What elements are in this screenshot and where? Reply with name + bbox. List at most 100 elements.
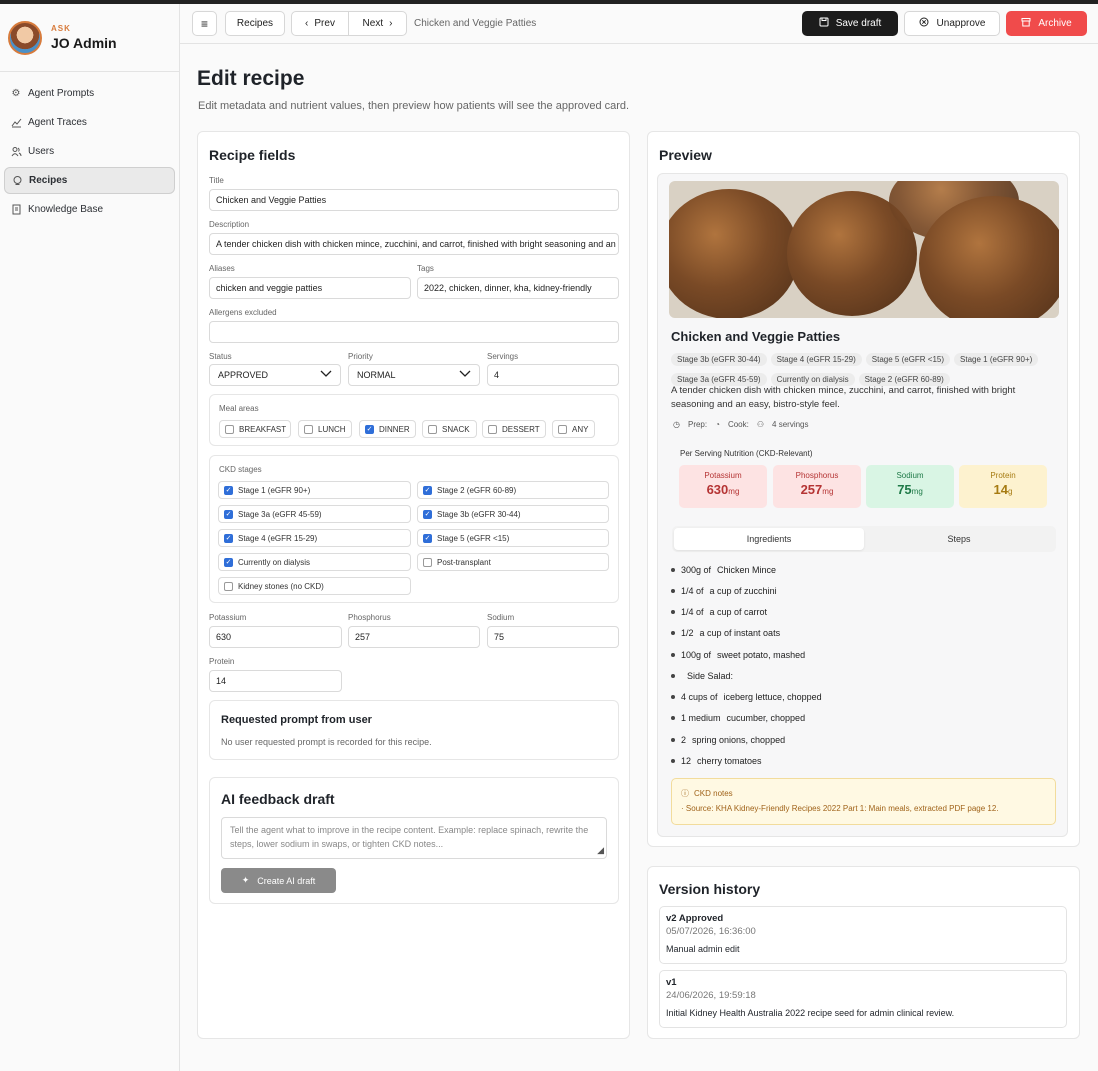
meal-dessert-checkbox[interactable]: DESSERT bbox=[482, 420, 546, 438]
unapprove-label: Unapprove bbox=[936, 18, 986, 29]
resize-handle-icon[interactable]: ◢ bbox=[597, 843, 604, 857]
protein-label: Protein bbox=[209, 657, 235, 666]
archive-button[interactable]: Archive bbox=[1006, 11, 1087, 36]
sidebar-item-knowledge-base[interactable]: Knowledge Base bbox=[4, 196, 175, 223]
nutrient-value: 630mg bbox=[706, 482, 740, 497]
checkbox-icon bbox=[225, 424, 234, 434]
checkbox-label: Stage 3a (eGFR 45-59) bbox=[238, 509, 322, 519]
potassium-input[interactable]: 630 bbox=[209, 626, 342, 648]
phosphorus-input[interactable]: 257 bbox=[348, 626, 480, 648]
ckd-stage-4-checkbox[interactable]: ✓ Stage 4 (eGFR 15-29) bbox=[218, 529, 411, 547]
checkbox-icon bbox=[488, 424, 497, 434]
prep-label: Prep: bbox=[687, 420, 708, 429]
allergens-input[interactable] bbox=[209, 321, 619, 343]
avatar bbox=[8, 20, 42, 55]
stage-tag: Stage 5 (eGFR <15) bbox=[865, 353, 951, 366]
ckd-stage-2-checkbox[interactable]: ✓ Stage 2 (eGFR 60-89) bbox=[417, 481, 609, 499]
ai-feedback-title: AI feedback draft bbox=[221, 791, 335, 807]
sodium-label: Sodium bbox=[487, 613, 515, 622]
save-draft-button[interactable]: Save draft bbox=[802, 11, 898, 36]
sidebar-item-recipes[interactable]: Recipes bbox=[4, 167, 175, 194]
chevron-down-icon bbox=[320, 370, 332, 381]
protein-input[interactable]: 14 bbox=[209, 670, 342, 692]
stage-tag: Stage 1 (eGFR 90+) bbox=[954, 353, 1039, 366]
page-subtitle: Edit metadata and nutrient values, then … bbox=[198, 100, 630, 112]
chef-icon bbox=[11, 175, 23, 187]
servings-input[interactable]: 4 bbox=[487, 364, 619, 386]
list-item: 100g of sweet potato, mashed bbox=[671, 650, 805, 660]
nutrient-sodium-card: Sodium 75mg bbox=[866, 465, 954, 508]
sodium-input[interactable]: 75 bbox=[487, 626, 619, 648]
page-title: Edit recipe bbox=[197, 67, 305, 90]
title-input[interactable]: Chicken and Veggie Patties bbox=[209, 189, 619, 211]
meal-snack-checkbox[interactable]: SNACK bbox=[422, 420, 477, 438]
brand: ASK JO Admin bbox=[0, 4, 179, 72]
aliases-input[interactable]: chicken and veggie patties bbox=[209, 277, 411, 299]
checkbox-icon bbox=[423, 557, 432, 567]
checkbox-label: Stage 3b (eGFR 30-44) bbox=[437, 509, 521, 519]
ckd-dialysis-checkbox[interactable]: ✓ Currently on dialysis bbox=[218, 553, 411, 571]
priority-value: NORMAL bbox=[357, 370, 396, 380]
version-history-heading: Version history bbox=[659, 881, 761, 897]
version-item[interactable]: v2 Approved 05/07/2026, 16:36:00 Manual … bbox=[659, 906, 1067, 964]
version-note: Manual admin edit bbox=[666, 944, 740, 954]
tab-ingredients[interactable]: Ingredients bbox=[674, 528, 864, 550]
sidebar-item-agent-traces[interactable]: Agent Traces bbox=[4, 109, 175, 136]
ckd-stages-label: CKD stages bbox=[219, 465, 262, 474]
top-bar: ≡ Recipes ‹ Prev Next › Chicken and Vegg… bbox=[180, 4, 1098, 44]
list-item: 300g of Chicken Mince bbox=[671, 565, 776, 575]
x-circle-icon bbox=[919, 17, 929, 30]
preview-tabs: Ingredients Steps bbox=[672, 526, 1056, 552]
info-icon: ⓘ bbox=[681, 789, 689, 798]
stage-tag: Stage 3b (eGFR 30-44) bbox=[671, 353, 767, 366]
checkbox-label: LUNCH bbox=[318, 424, 346, 434]
gear-icon: ⚙ bbox=[11, 88, 21, 99]
preview-heading: Preview bbox=[659, 147, 712, 163]
checkbox-label: Stage 2 (eGFR 60-89) bbox=[437, 485, 517, 495]
ckd-kidney-stones-checkbox[interactable]: Kidney stones (no CKD) bbox=[218, 577, 411, 595]
ckd-stage-3a-checkbox[interactable]: ✓ Stage 3a (eGFR 45-59) bbox=[218, 505, 411, 523]
meal-lunch-checkbox[interactable]: LUNCH bbox=[298, 420, 352, 438]
ckd-stage-5-checkbox[interactable]: ✓ Stage 5 (eGFR <15) bbox=[417, 529, 609, 547]
meal-breakfast-checkbox[interactable]: BREAKFAST bbox=[219, 420, 291, 438]
preview-description: A tender chicken dish with chicken mince… bbox=[671, 385, 1016, 410]
sidebar-item-label: Knowledge Base bbox=[28, 204, 104, 215]
version-item[interactable]: v1 24/06/2026, 19:59:18 Initial Kidney H… bbox=[659, 970, 1067, 1028]
check-icon: ✓ bbox=[224, 533, 233, 543]
next-button[interactable]: Next › bbox=[349, 11, 407, 36]
recipe-image bbox=[669, 181, 1059, 318]
prev-button[interactable]: ‹ Prev bbox=[291, 11, 349, 36]
requested-prompt-card: Requested prompt from user No user reque… bbox=[209, 700, 619, 760]
brand-name: JO Admin bbox=[51, 35, 117, 51]
check-icon: ✓ bbox=[423, 509, 432, 519]
menu-button[interactable]: ≡ bbox=[192, 11, 217, 36]
ckd-post-transplant-checkbox[interactable]: Post-transplant bbox=[417, 553, 609, 571]
sparkle-icon: ✦ bbox=[241, 875, 250, 885]
ckd-stage-1-checkbox[interactable]: ✓ Stage 1 (eGFR 90+) bbox=[218, 481, 411, 499]
requested-prompt-title: Requested prompt from user bbox=[221, 714, 372, 726]
meal-dinner-checkbox[interactable]: ✓ DINNER bbox=[359, 420, 416, 438]
sidebar-item-agent-prompts[interactable]: ⚙ Agent Prompts bbox=[4, 80, 175, 107]
recipes-button[interactable]: Recipes bbox=[225, 11, 285, 36]
create-ai-draft-button[interactable]: ✦ Create AI draft bbox=[221, 868, 336, 893]
checkbox-label: SNACK bbox=[442, 424, 470, 434]
tab-steps[interactable]: Steps bbox=[864, 528, 1054, 550]
checkbox-label: DINNER bbox=[379, 424, 410, 434]
meal-any-checkbox[interactable]: ANY bbox=[552, 420, 595, 438]
hamburger-icon: ≡ bbox=[200, 16, 208, 31]
status-select[interactable]: APPROVED bbox=[209, 364, 341, 386]
ckd-stage-3b-checkbox[interactable]: ✓ Stage 3b (eGFR 30-44) bbox=[417, 505, 609, 523]
version-label: v1 bbox=[666, 977, 677, 988]
priority-select[interactable]: NORMAL bbox=[348, 364, 480, 386]
aliases-label: Aliases bbox=[209, 264, 235, 273]
unapprove-button[interactable]: Unapprove bbox=[904, 11, 1000, 36]
nutrient-value: 14g bbox=[993, 482, 1013, 497]
sidebar-item-label: Recipes bbox=[29, 175, 68, 186]
ai-feedback-textarea[interactable]: Tell the agent what to improve in the re… bbox=[221, 817, 607, 859]
sidebar-item-users[interactable]: Users bbox=[4, 138, 175, 165]
tags-input[interactable]: 2022, chicken, dinner, kha, kidney-frien… bbox=[417, 277, 619, 299]
sidebar-nav: ⚙ Agent Prompts Agent Traces Users Recip… bbox=[0, 72, 179, 233]
description-input[interactable]: A tender chicken dish with chicken mince… bbox=[209, 233, 619, 255]
title-label: Title bbox=[209, 176, 224, 185]
checkbox-icon bbox=[224, 581, 233, 591]
